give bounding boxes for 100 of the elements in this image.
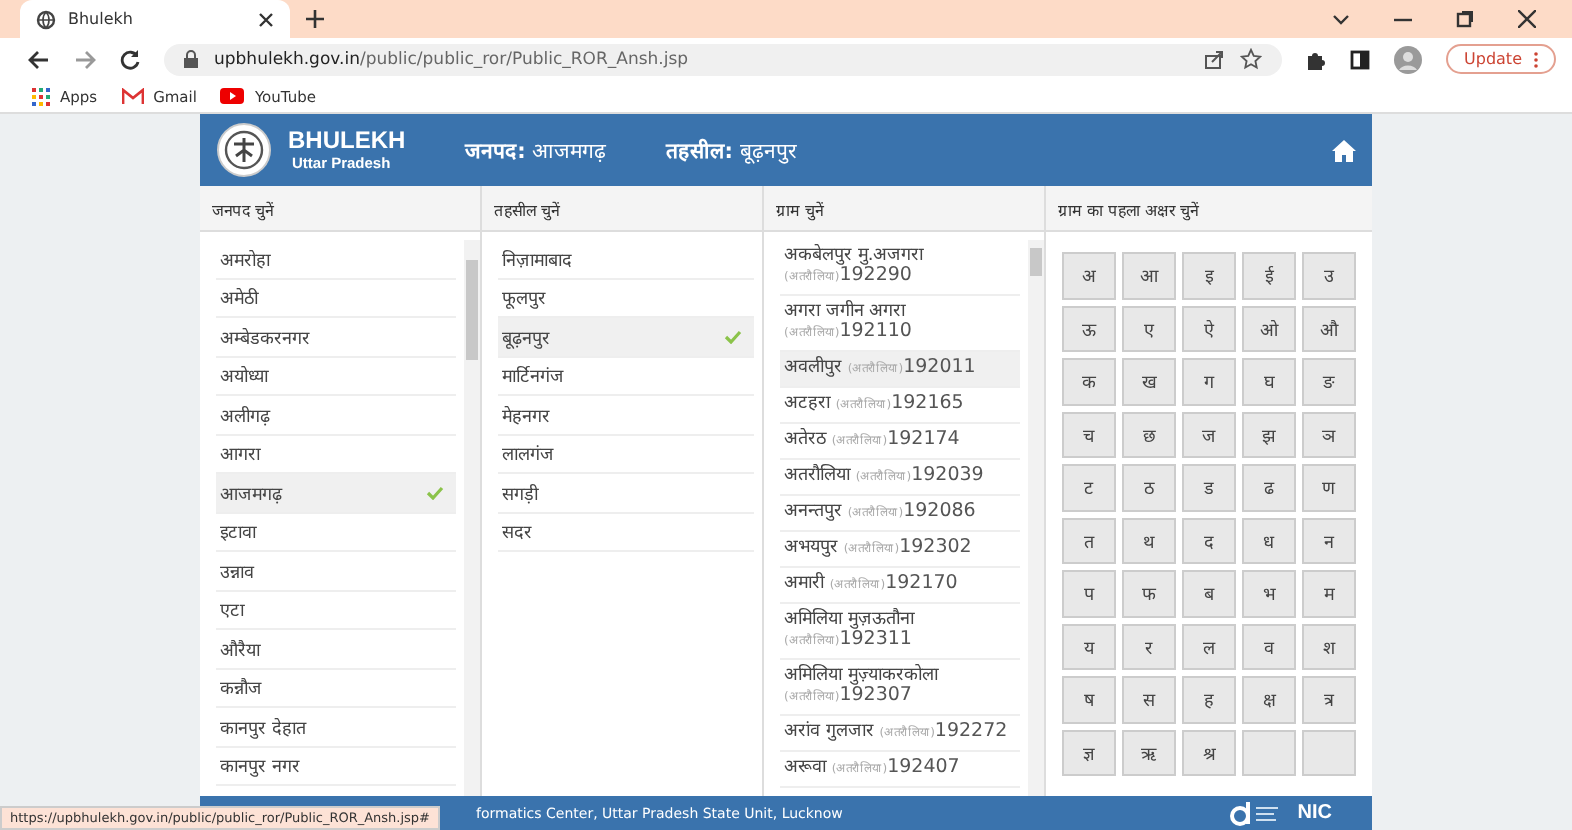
letter-button[interactable]: क [1062,358,1116,405]
new-tab-icon[interactable] [306,10,324,28]
letter-button[interactable]: आ [1122,252,1176,299]
column-header: ग्राम का पहला अक्षर चुनें [1046,186,1372,232]
letter-button[interactable]: अ [1062,252,1116,299]
empty-key [1302,729,1356,776]
tehsil-item[interactable]: सगड़ी [498,474,754,513]
close-icon[interactable] [1518,10,1536,28]
letter-button[interactable]: श [1302,623,1356,670]
letter-button[interactable]: ई [1242,252,1296,299]
letter-button[interactable]: ठ [1122,464,1176,511]
close-icon[interactable] [258,11,274,27]
letter-button[interactable]: ऐ [1182,305,1236,352]
letter-button[interactable]: ओ [1242,305,1296,352]
restore-icon[interactable] [1456,10,1474,28]
star-icon[interactable] [1240,48,1263,70]
forward-icon[interactable] [74,49,96,69]
district-item[interactable]: कन्नौज [216,669,456,708]
letter-button[interactable]: स [1122,676,1176,723]
share-icon[interactable] [1204,49,1225,69]
tab-title: Bhulekh [68,10,135,28]
letter-button[interactable]: ऋ [1122,729,1176,776]
letter-button[interactable]: ज्ञ [1062,729,1116,776]
chevron-down-icon[interactable] [1332,13,1350,25]
sidebar-icon[interactable] [1350,49,1371,69]
scrollbar[interactable] [1028,240,1044,796]
tehsil-item[interactable]: सदर [498,513,754,552]
district-item[interactable]: अलीगढ़ [216,396,456,435]
letter-button[interactable]: घ [1242,358,1296,405]
letter-button[interactable]: थ [1122,517,1176,564]
letter-button[interactable]: ढ [1242,464,1296,511]
district-item[interactable]: अम्बेडकरनगर [216,318,456,357]
letter-button[interactable]: ज [1182,411,1236,458]
nic-logo: NIC [1297,802,1332,824]
url-text: upbhulekh.gov.in/public/public_ror/Public_ROR_Ansh.jsp [214,49,689,69]
district-item[interactable]: अमरोहा [216,240,456,279]
emblem-icon [216,122,272,178]
empty-key [1242,729,1296,776]
district-item[interactable]: उन्नाव [216,552,456,591]
letter-button[interactable]: छ [1122,411,1176,458]
letter-button[interactable]: भ [1242,570,1296,617]
letter-button[interactable]: झ [1242,411,1296,458]
letter-button[interactable]: म [1302,570,1356,617]
letter-button[interactable]: ग [1182,358,1236,405]
letter-button[interactable]: फ [1122,570,1176,617]
minimize-icon[interactable] [1394,17,1412,21]
browser-tab[interactable]: Bhulekh [20,0,290,38]
letter-button[interactable]: ऊ [1062,305,1116,352]
letter-button[interactable]: द [1182,517,1236,564]
avatar-icon[interactable] [1394,45,1423,73]
letter-button[interactable]: ए [1122,305,1176,352]
letter-button[interactable]: त [1062,517,1116,564]
tehsil-item[interactable]: बूढ़नपुर [498,318,754,357]
lock-icon [184,50,198,68]
letter-button[interactable]: औ [1302,305,1356,352]
letter-button[interactable]: ल [1182,623,1236,670]
district-item[interactable]: कानपुर नगर [216,747,456,786]
letter-button[interactable]: ञ [1302,411,1356,458]
tehsil-item[interactable]: निज़ामाबाद [498,240,754,279]
letter-button[interactable]: ह [1182,676,1236,723]
tehsil-item[interactable]: मेहनगर [498,396,754,435]
district-item[interactable]: आजमगढ़ [216,474,456,513]
letter-button[interactable]: य [1062,623,1116,670]
letter-button[interactable]: क्ष [1242,676,1296,723]
district-item[interactable]: औरैया [216,630,456,669]
home-icon[interactable] [1332,139,1356,161]
letter-button[interactable]: ट [1062,464,1116,511]
reload-icon[interactable] [120,49,140,69]
letter-button[interactable]: उ [1302,252,1356,299]
letter-button[interactable]: श्र [1182,729,1236,776]
scrollbar[interactable] [464,240,480,796]
letter-button[interactable]: ख [1122,358,1176,405]
letter-button[interactable]: ब [1182,570,1236,617]
letter-button[interactable]: प [1062,570,1116,617]
letter-button[interactable]: ड [1182,464,1236,511]
tehsil-info: तहसील: बूढ़नपुर [666,136,796,164]
tehsil-item[interactable]: लालगंज [498,435,754,474]
letter-button[interactable]: ण [1302,464,1356,511]
letter-button[interactable]: इ [1182,252,1236,299]
tehsil-item[interactable]: मार्टिनगंज [498,357,754,396]
letter-button[interactable]: ध [1242,517,1296,564]
check-icon [426,485,444,500]
letter-button[interactable]: र [1122,623,1176,670]
letter-button[interactable]: व [1242,623,1296,670]
district-item[interactable]: इटावा [216,513,456,552]
district-item[interactable]: कानपुर देहात [216,708,456,747]
letter-button[interactable]: च [1062,411,1116,458]
district-item[interactable]: अमेठी [216,279,456,318]
back-icon[interactable] [28,49,50,69]
check-icon [724,329,742,344]
mail-icon [121,88,144,104]
district-item[interactable]: एटा [216,591,456,630]
letter-button[interactable]: न [1302,517,1356,564]
address-bar[interactable]: upbhulekh.gov.in/public/public_ror/Public_ROR_Ansh.jsp [164,43,1283,75]
letter-button[interactable]: त्र [1302,676,1356,723]
district-item[interactable]: अयोध्या [216,357,456,396]
letter-button[interactable]: ष [1062,676,1116,723]
update-button[interactable]: Update [1446,44,1556,74]
puzzle-icon[interactable] [1306,49,1327,69]
letter-button[interactable]: ङ [1302,358,1356,405]
